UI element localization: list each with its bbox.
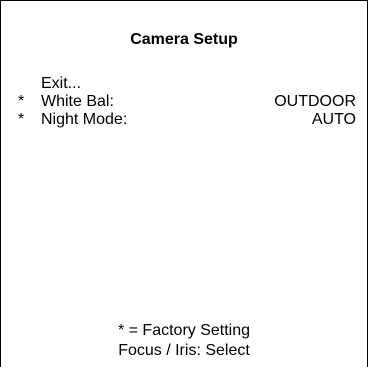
control-hint: Focus / Iris: Select (118, 342, 250, 359)
menu-footer: * = Factory Setting Focus / Iris: Select (1, 321, 367, 361)
menu-list: Exit... * White Bal: OUTDOOR * Night Mod… (1, 75, 367, 129)
menu-item-label: Exit... (41, 75, 82, 92)
menu-item-night-mode[interactable]: * Night Mode: AUTO (1, 111, 367, 129)
menu-title: Camera Setup (130, 31, 238, 48)
factory-setting-marker: * (18, 111, 25, 128)
menu-item-white-bal[interactable]: * White Bal: OUTDOOR (1, 93, 367, 111)
menu-item-label: White Bal: (41, 93, 114, 110)
factory-setting-marker: * (18, 93, 25, 110)
factory-setting-legend: * = Factory Setting (117, 322, 251, 339)
menu-item-value: AUTO (311, 111, 356, 128)
menu-item-value: OUTDOOR (274, 93, 356, 110)
menu-item-label: Night Mode: (41, 111, 128, 128)
menu-item-exit[interactable]: Exit... (1, 75, 367, 93)
camera-osd-menu: Camera Setup Exit... * White Bal: OUTDOO… (0, 0, 368, 367)
